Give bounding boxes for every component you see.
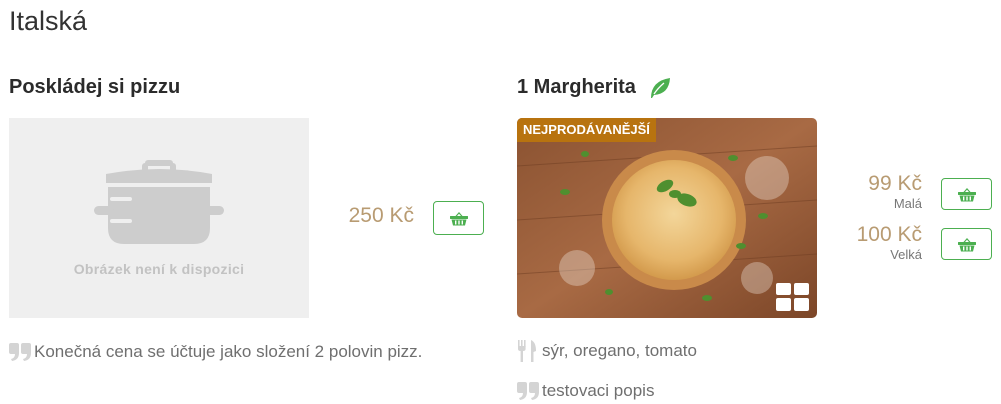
bestseller-badge: NEJPRODÁVANĚJŠÍ xyxy=(517,118,656,142)
margherita-photo xyxy=(517,118,817,318)
custom-pizza-title: Poskládej si pizzu xyxy=(9,76,181,98)
custom-pizza-price: 250 Kč xyxy=(348,204,414,227)
custom-pizza-image-placeholder: Obrázek není k dispozici xyxy=(9,118,309,318)
quote-icon xyxy=(517,382,539,400)
leaf-icon xyxy=(650,77,670,98)
custom-pizza-note-text: Konečná cena se účtuje jako složení 2 po… xyxy=(34,342,423,361)
custom-pizza-note: Konečná cena se účtuje jako složení 2 po… xyxy=(9,342,422,362)
margherita-title: 1 Margherita xyxy=(517,76,636,98)
description-text: testovaci popis xyxy=(542,381,655,400)
grid-icon xyxy=(776,283,809,311)
ingredients-text: sýr, oregano, tomato xyxy=(542,341,697,360)
add-to-cart-large-button[interactable] xyxy=(941,228,992,260)
cooking-pot-icon xyxy=(94,160,224,244)
variant-size-large: Velká xyxy=(890,247,922,262)
margherita-image[interactable]: NEJPRODÁVANĚJŠÍ xyxy=(517,118,817,318)
add-to-cart-button[interactable] xyxy=(433,201,484,235)
variant-size-small: Malá xyxy=(893,196,922,211)
margherita-description: testovaci popis xyxy=(517,381,654,401)
basket-icon xyxy=(957,237,976,251)
variant-price-small: 99 Kč xyxy=(868,172,922,195)
basket-icon xyxy=(957,187,976,201)
image-unavailable-label: Obrázek není k dispozici xyxy=(73,261,245,277)
add-to-cart-small-button[interactable] xyxy=(941,178,992,210)
basket-icon xyxy=(449,211,468,225)
category-title: Italská xyxy=(9,6,88,36)
margherita-header: 1 Margherita xyxy=(517,76,671,99)
fork-knife-icon xyxy=(518,340,536,362)
quote-icon xyxy=(9,343,31,361)
variant-price-large: 100 Kč xyxy=(856,223,922,246)
margherita-ingredients: sýr, oregano, tomato xyxy=(517,340,697,362)
